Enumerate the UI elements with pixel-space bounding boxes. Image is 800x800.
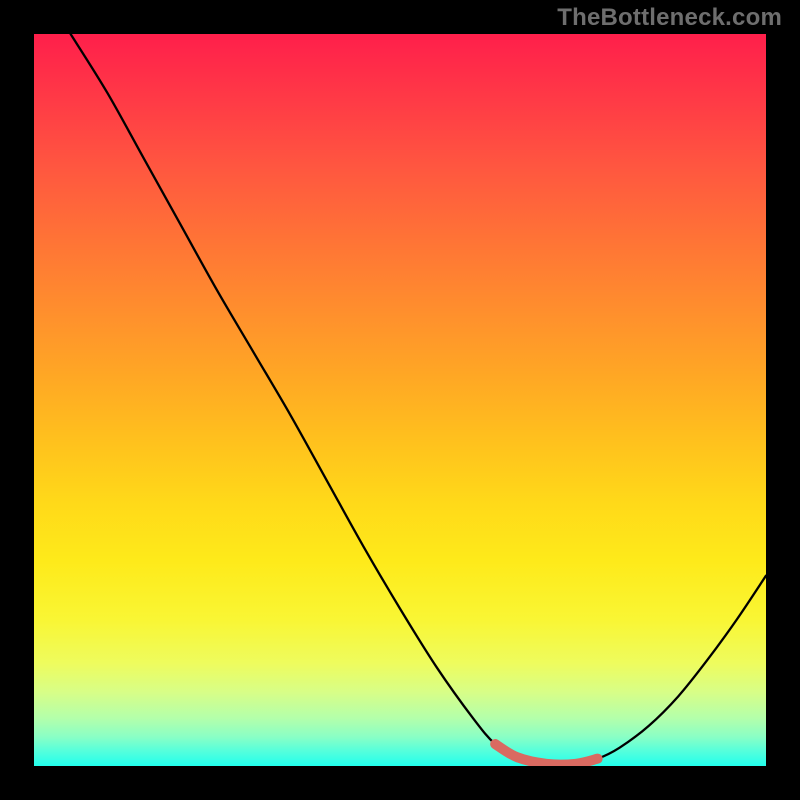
optimal-range-highlight — [495, 744, 597, 764]
watermark-text: TheBottleneck.com — [557, 4, 782, 32]
bottleneck-curve — [71, 34, 766, 765]
chart-svg — [34, 34, 766, 766]
chart-frame: TheBottleneck.com — [0, 0, 800, 800]
plot-area — [34, 34, 766, 766]
